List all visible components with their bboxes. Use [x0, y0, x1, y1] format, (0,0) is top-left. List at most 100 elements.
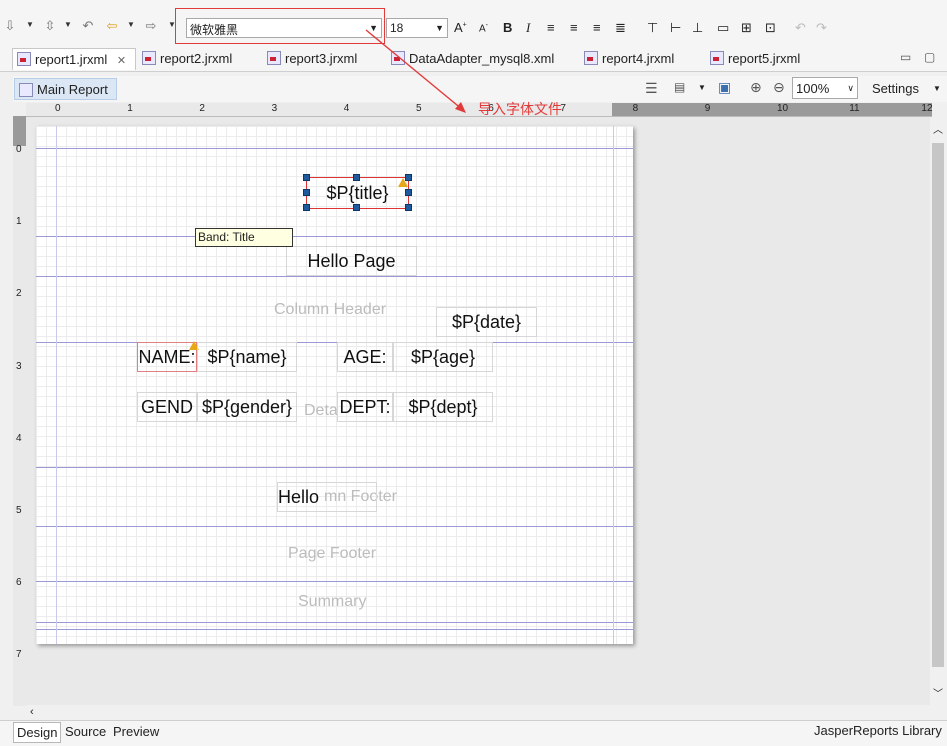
tab-report3[interactable]: report3.jrxml: [267, 48, 357, 70]
ruler-tick-label: 9: [704, 103, 711, 114]
scroll-up-icon[interactable]: ︿: [933, 121, 943, 136]
margin-guide: [613, 126, 614, 644]
resize-handle[interactable]: [353, 204, 360, 211]
align-bottom-icon[interactable]: ⊥: [692, 20, 703, 36]
tab-label: report4.jrxml: [602, 51, 675, 66]
zoom-out-icon[interactable]: ⊖: [773, 79, 785, 96]
margin-guide: [56, 126, 57, 644]
ruler-tick-label: 3: [271, 103, 278, 114]
band-divider: [36, 526, 633, 527]
tab-report2[interactable]: report2.jrxml: [142, 48, 232, 70]
ruler-tick-label: 1: [127, 103, 133, 114]
report-icon: [19, 83, 33, 97]
tab-report5[interactable]: report5.jrxml: [710, 48, 800, 70]
date-field[interactable]: $P{date}: [436, 307, 537, 337]
tab-label: report2.jrxml: [160, 51, 233, 66]
back-arrow-icon[interactable]: ⇦: [104, 18, 120, 34]
report-page[interactable]: Column Header Deta mn Footer Page Footer…: [36, 126, 633, 644]
dept-label[interactable]: DEPT:: [337, 392, 393, 422]
close-icon[interactable]: ✕: [117, 55, 126, 67]
ruler-tick-label: 8: [632, 103, 639, 114]
band-divider: [36, 342, 633, 343]
band-label-summary: Summary: [298, 593, 367, 610]
ruler-tick-label: 12: [921, 103, 933, 114]
ruler-tick-label: 7: [16, 649, 22, 661]
hello-text[interactable]: Hello: [277, 482, 377, 512]
maximize-icon[interactable]: ▢: [924, 50, 935, 64]
ruler-tick-label: 4: [343, 103, 350, 114]
tab-label: report3.jrxml: [285, 51, 358, 66]
tab-preview[interactable]: Preview: [110, 722, 162, 743]
chevron-down-icon[interactable]: ▼: [127, 20, 135, 29]
align-top-icon[interactable]: ⊤: [647, 20, 658, 36]
forward-arrow-icon[interactable]: ⇨: [143, 18, 159, 34]
resize-handle[interactable]: [405, 189, 412, 196]
main-report-button[interactable]: Main Report: [14, 78, 117, 100]
minimize-icon[interactable]: ▭: [900, 50, 911, 64]
settings-menu[interactable]: Settings: [872, 81, 919, 96]
gender-field[interactable]: $P{gender}: [197, 392, 297, 422]
report-file-icon: [17, 52, 31, 66]
align-left-icon[interactable]: ≡: [547, 20, 555, 35]
align-center-icon[interactable]: ≡: [570, 20, 578, 35]
align-right-icon[interactable]: ≡: [593, 20, 601, 35]
band-divider: [36, 276, 633, 277]
band-divider: [36, 148, 633, 149]
ruler-tick-label: 5: [16, 505, 22, 516]
tab-label: report1.jrxml: [35, 52, 108, 67]
border-icon[interactable]: ▭: [717, 20, 729, 36]
tab-report4[interactable]: report4.jrxml: [584, 48, 674, 70]
decrease-font-icon[interactable]: A-: [479, 22, 488, 34]
chevron-down-icon[interactable]: ▼: [933, 84, 941, 93]
ruler-tick-label: 4: [16, 432, 22, 444]
chevron-down-icon[interactable]: ▼: [26, 20, 34, 29]
resize-handle[interactable]: [405, 204, 412, 211]
distribute-icon[interactable]: ⇳: [42, 18, 58, 34]
chevron-down-icon[interactable]: ▼: [698, 83, 706, 92]
italic-button[interactable]: I: [526, 20, 530, 36]
tab-report1[interactable]: report1.jrxml ✕: [12, 48, 136, 70]
align-icon[interactable]: ⇩: [2, 18, 18, 34]
zoom-select[interactable]: 100% ∨: [792, 77, 858, 99]
bold-button[interactable]: B: [503, 20, 512, 35]
age-label[interactable]: AGE:: [337, 342, 393, 372]
resize-handle[interactable]: [303, 204, 310, 211]
hello-text-value: Hello: [278, 486, 320, 507]
resize-handle[interactable]: [303, 174, 310, 181]
compile-icon[interactable]: ▣: [718, 79, 731, 96]
chevron-down-icon: ∨: [847, 83, 854, 93]
gender-label[interactable]: GEND: [137, 392, 197, 422]
dept-field[interactable]: $P{dept}: [393, 392, 493, 422]
tab-source[interactable]: Source: [62, 722, 109, 743]
resize-handle[interactable]: [353, 174, 360, 181]
scroll-left-icon[interactable]: ‹: [30, 706, 34, 718]
align-middle-icon[interactable]: ⊢: [670, 20, 681, 36]
layout-icon[interactable]: ⊡: [765, 20, 776, 36]
undo-icon[interactable]: ↶: [80, 18, 96, 34]
horizontal-scrollbar[interactable]: ‹: [26, 705, 930, 720]
hello-page-text[interactable]: Hello Page: [286, 246, 417, 276]
band-divider: [36, 581, 633, 582]
outline-icon[interactable]: ☰: [645, 80, 658, 97]
report-file-icon: [267, 51, 281, 65]
warning-icon: [398, 178, 408, 187]
scroll-down-icon[interactable]: ﹀: [933, 685, 943, 700]
library-label: JasperReports Library: [814, 723, 942, 738]
dataset-icon[interactable]: ▤: [674, 80, 685, 94]
band-label-column-header: Column Header: [274, 301, 387, 318]
redo-disabled-icon: ↷: [816, 20, 827, 35]
chevron-down-icon[interactable]: ▼: [64, 20, 72, 29]
ruler-tick-label: 2: [199, 103, 205, 114]
scroll-thumb[interactable]: [932, 143, 944, 667]
padding-icon[interactable]: ⊞: [741, 20, 752, 36]
name-field[interactable]: $P{name}: [197, 342, 297, 372]
band-tooltip: Band: Title: [195, 228, 293, 247]
ruler-tick-label: 3: [16, 360, 22, 372]
age-field[interactable]: $P{age}: [393, 342, 493, 372]
tab-design[interactable]: Design: [13, 722, 62, 743]
resize-handle[interactable]: [303, 189, 310, 196]
zoom-in-icon[interactable]: ⊕: [750, 79, 762, 96]
undo-disabled-icon: ↶: [795, 20, 806, 35]
name-label[interactable]: NAME:: [137, 342, 197, 372]
align-justify-icon[interactable]: ≣: [615, 20, 626, 36]
